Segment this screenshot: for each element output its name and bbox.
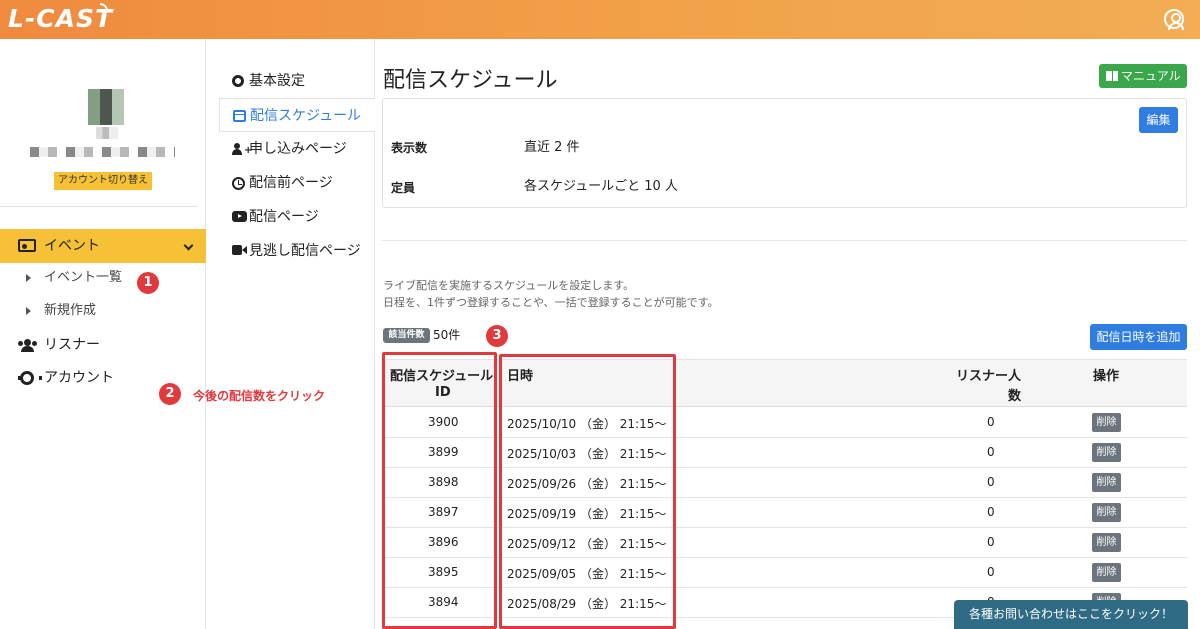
col-listener-header-1: リスナー人 [956,369,1022,384]
listener-count: 0 [987,505,995,519]
calendar-icon [233,110,246,122]
gear-icon [18,371,42,385]
sidebar-item-listener[interactable]: リスナー [0,331,206,359]
sidebar-item-label: リスナー [44,337,100,353]
count-badge: 該当件数 [383,328,430,343]
chevron-down-icon [183,240,194,251]
delete-button[interactable]: 削除 [1092,443,1121,462]
highlight-id-column [382,352,497,629]
annotation-marker-3: 3 [486,325,508,347]
users-icon [18,339,38,352]
manual-button[interactable]: マニュアル [1099,64,1187,88]
manual-button-label: マニュアル [1121,69,1181,83]
user-account-icon[interactable] [1164,9,1184,30]
contact-button[interactable]: 各種お問い合わせはここをクリック！ [954,600,1188,629]
listener-count: 0 [987,445,995,459]
youtube-icon [232,211,247,222]
delete-button[interactable]: 削除 [1092,533,1121,552]
sidebar-divider [0,206,198,207]
delete-button[interactable]: 削除 [1092,503,1121,522]
tab-label: 配信スケジュール [250,108,362,124]
tab-label: 申し込みページ [249,141,347,157]
gear-icon [232,75,244,87]
app-logo[interactable]: L-CAST [8,4,113,33]
listener-count: 0 [987,475,995,489]
delete-button[interactable]: 削除 [1092,473,1121,492]
sidebar-item-label: 新規作成 [44,303,97,318]
annotation-text-2: 今後の配信数をクリック [193,389,326,403]
count-value: 50件 [433,328,461,342]
tab-replay-page[interactable]: 見逃し配信ページ [219,234,375,268]
page-title: 配信スケジュール [383,68,558,93]
add-schedule-button[interactable]: 配信日時を追加 [1090,324,1187,350]
caret-right-icon [26,274,31,282]
annotation-marker-1: 1 [137,272,159,294]
sidebar-item-new-create[interactable]: 新規作成 [0,298,206,324]
capacity-label: 定員 [391,181,416,195]
caret-right-icon [26,307,31,315]
description-line-1: ライブ配信を実施するスケジュールを設定します。 [383,279,635,292]
col-action-header: 操作 [1093,369,1120,384]
book-icon [1106,71,1118,81]
sidebar-item-event-list[interactable]: イベント一覧 [0,265,206,291]
tab-schedule[interactable]: 配信スケジュール [219,98,375,132]
presentation-icon [18,239,36,252]
listener-count: 0 [987,415,995,429]
video-camera-icon [232,245,247,255]
tab-label: 配信ページ [249,209,319,225]
event-subnav: 基本設定 配信スケジュール + 申し込みページ 配信前ページ 配信ページ 見逃し… [207,39,375,629]
sidebar-item-label: イベント一覧 [44,270,123,285]
switch-account-button[interactable]: アカウント切り替え [54,172,152,190]
tab-label: 見逃し配信ページ [249,243,361,259]
tab-application-page[interactable]: + 申し込みページ [219,132,375,166]
tab-basic-settings[interactable]: 基本設定 [219,64,375,98]
delete-button[interactable]: 削除 [1092,413,1121,432]
tab-stream-page[interactable]: 配信ページ [219,200,375,234]
listener-count: 0 [987,565,995,579]
capacity-value: 各スケジュールごと 10 人 [524,179,678,194]
sidebar: アカウント切り替え イベント イベント一覧 新規作成 リスナー アカウント [0,39,206,629]
clock-icon [232,177,245,190]
tab-label: 基本設定 [249,73,305,89]
annotation-marker-2: 2 [159,383,181,405]
sidebar-item-label: アカウント [44,370,114,386]
settings-card [382,98,1187,208]
account-id-blurred [96,127,118,139]
avatar [88,89,124,125]
sidebar-item-event[interactable]: イベント [0,229,206,263]
sidebar-item-label: イベント [44,238,100,254]
edit-button[interactable]: 編集 [1139,107,1178,133]
description-line-2: 日程を、1件ずつ登録することや、一括で登録することが可能です。 [383,296,719,309]
account-name-blurred [30,147,175,157]
app-header: L-CAST [0,0,1200,39]
display-count-label: 表示数 [391,141,428,155]
listener-count: 0 [987,535,995,549]
highlight-date-column [499,354,676,629]
delete-button[interactable]: 削除 [1092,563,1121,582]
tab-label: 配信前ページ [249,175,333,191]
tab-pre-stream-page[interactable]: 配信前ページ [219,166,375,200]
display-count-value: 直近 2 件 [524,140,580,155]
divider [382,240,1187,241]
col-listener-header-2: 数 [1008,389,1022,404]
